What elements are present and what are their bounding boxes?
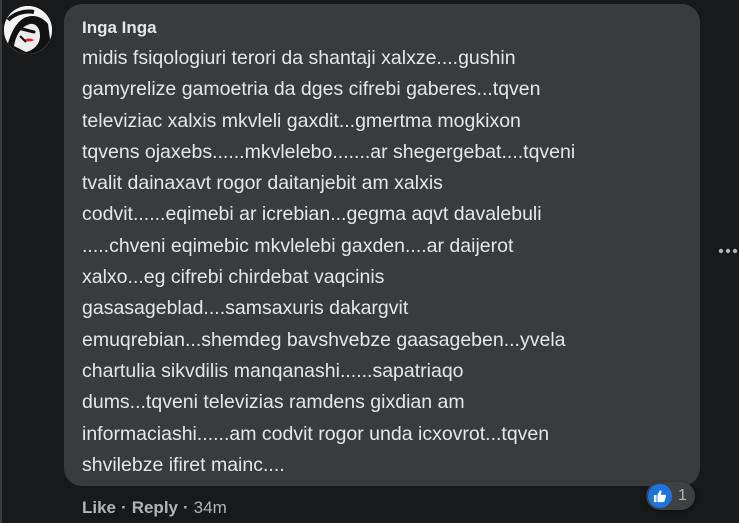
comment-actions: Like · Reply · 34m [82, 497, 227, 519]
comment-author[interactable]: Inga Inga [82, 18, 157, 38]
reply-button[interactable]: Reply [132, 498, 178, 518]
more-options-button[interactable] [716, 242, 739, 260]
reactions-summary[interactable]: 1 [646, 482, 695, 510]
thumbs-up-icon [648, 484, 672, 508]
reaction-count: 1 [678, 487, 687, 504]
comment-thread: Inga Inga midis fsiqologiuri terori da s… [0, 0, 739, 523]
thread-line [0, 0, 2, 523]
action-separator: · [183, 498, 189, 517]
comment-text: midis fsiqologiuri terori da shantaji xa… [82, 47, 576, 476]
comment-timestamp[interactable]: 34m [194, 498, 227, 518]
action-separator: · [121, 498, 127, 517]
more-dots-icon [718, 248, 737, 254]
comment-bubble: Inga Inga midis fsiqologiuri terori da s… [64, 4, 700, 486]
avatar[interactable] [4, 6, 52, 54]
like-button[interactable]: Like [82, 498, 116, 518]
avatar-portrait-image [4, 6, 52, 54]
